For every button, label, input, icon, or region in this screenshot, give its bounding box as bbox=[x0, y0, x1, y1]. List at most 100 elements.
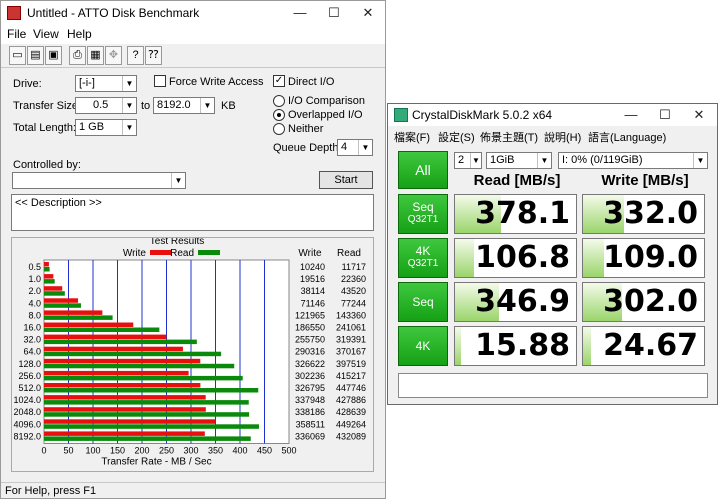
x-tick-label: 250 bbox=[159, 446, 174, 456]
maximize-button[interactable]: ☐ bbox=[317, 1, 351, 25]
read-bar bbox=[44, 375, 243, 381]
write-meter-bar bbox=[583, 239, 604, 277]
drive-select[interactable]: [-i-] ▼ bbox=[75, 75, 137, 92]
write-bar bbox=[44, 274, 54, 279]
cdm-menu-settings[interactable]: 設定(S) bbox=[438, 129, 475, 145]
read-value: 415217 bbox=[336, 371, 366, 381]
write-value: 121965 bbox=[295, 310, 325, 320]
category-label: 2048.0 bbox=[13, 407, 41, 417]
cdm-menu-theme[interactable]: 佈景主題(T) bbox=[480, 129, 538, 145]
size-select[interactable]: 1GiB ▼ bbox=[486, 152, 552, 169]
write-result: 302.0 bbox=[582, 282, 705, 322]
save-icon[interactable]: ▣ bbox=[45, 46, 62, 65]
write-value: 186550 bbox=[295, 323, 325, 333]
print-icon[interactable]: ⎙ bbox=[69, 46, 86, 65]
atto-window: Untitled - ATTO Disk Benchmark — ☐ ✕ Fil… bbox=[0, 0, 386, 499]
transfer-to-select[interactable]: 8192.0 ▼ bbox=[153, 97, 215, 114]
menu-help[interactable]: Help bbox=[67, 27, 92, 41]
direct-io-checkbox[interactable]: ✓ bbox=[273, 75, 285, 87]
read-value: 378.1 bbox=[475, 196, 570, 231]
cdm-menu-file[interactable]: 檔案(F) bbox=[394, 129, 430, 145]
transfer-from-select[interactable]: 0.5 ▼ bbox=[75, 97, 137, 114]
minimize-button[interactable]: — bbox=[283, 1, 317, 25]
atto-toolbar: ▭ ▤ ▣ ⎙ ▦ ✥ ? ⁇ bbox=[1, 44, 385, 68]
read-bar bbox=[44, 339, 197, 345]
overlapped-io-radio[interactable] bbox=[273, 109, 285, 121]
chart-title: Test Results bbox=[150, 238, 204, 247]
category-label: 32.0 bbox=[23, 335, 41, 345]
count-value: 2 bbox=[458, 154, 465, 166]
read-meter-bar bbox=[455, 327, 462, 365]
write-bar bbox=[44, 262, 49, 267]
cdm-menu-help[interactable]: 說明(H) bbox=[544, 129, 581, 145]
category-label: 4.0 bbox=[28, 298, 41, 308]
legend-write-swatch bbox=[150, 250, 172, 255]
write-bar bbox=[44, 298, 79, 303]
category-label: 256.0 bbox=[18, 371, 41, 381]
io-comparison-radio[interactable] bbox=[273, 95, 285, 107]
test-button[interactable]: Seq Q32T1 bbox=[398, 194, 448, 234]
read-bar bbox=[44, 424, 259, 429]
start-button[interactable]: Start bbox=[319, 171, 373, 189]
write-value: 326795 bbox=[295, 383, 325, 393]
read-value: 106.8 bbox=[475, 240, 570, 275]
drive-select-cdm[interactable]: I: 0% (0/119GiB) ▼ bbox=[558, 152, 708, 169]
category-label: 512.0 bbox=[18, 383, 41, 393]
test-button[interactable]: Seq bbox=[398, 282, 448, 322]
cdm-app-icon bbox=[394, 108, 408, 122]
read-value: 427886 bbox=[336, 395, 366, 405]
close-button[interactable]: ✕ bbox=[351, 1, 385, 25]
menu-view[interactable]: View bbox=[33, 27, 59, 41]
size-value: 1GiB bbox=[490, 154, 515, 166]
x-tick-label: 100 bbox=[85, 446, 100, 456]
overlapped-io-label: Overlapped I/O bbox=[288, 109, 363, 121]
print-preview-icon[interactable]: ▦ bbox=[87, 46, 104, 65]
chevron-down-icon: ▼ bbox=[470, 153, 481, 168]
queue-depth-select[interactable]: 4 ▼ bbox=[337, 139, 373, 156]
write-value: 336069 bbox=[295, 431, 325, 441]
x-tick-label: 350 bbox=[208, 446, 223, 456]
all-button[interactable]: All bbox=[398, 151, 448, 189]
total-length-select[interactable]: 1 GB ▼ bbox=[75, 119, 137, 136]
cdm-minimize-button[interactable]: — bbox=[614, 104, 648, 126]
chevron-down-icon: ▼ bbox=[122, 120, 136, 135]
cdm-maximize-button[interactable]: ☐ bbox=[648, 104, 682, 126]
category-label: 1024.0 bbox=[13, 395, 41, 405]
category-label: 8.0 bbox=[28, 310, 41, 320]
read-value: 77244 bbox=[341, 298, 366, 308]
x-axis-label: Transfer Rate - MB / Sec bbox=[101, 457, 211, 468]
move-icon[interactable]: ✥ bbox=[105, 46, 122, 65]
status-bar: For Help, press F1 bbox=[1, 482, 385, 499]
comment-field[interactable] bbox=[398, 373, 708, 398]
category-label: 64.0 bbox=[23, 347, 41, 357]
category-label: 8192.0 bbox=[13, 431, 41, 441]
read-bar bbox=[44, 315, 113, 320]
open-icon[interactable]: ▤ bbox=[27, 46, 44, 65]
write-value: 358511 bbox=[296, 419, 325, 429]
cdm-close-button[interactable]: ✕ bbox=[682, 104, 716, 126]
read-result: 15.88 bbox=[454, 326, 577, 366]
write-result: 332.0 bbox=[582, 194, 705, 234]
x-tick-label: 200 bbox=[134, 446, 149, 456]
controlled-by-select[interactable]: ▼ bbox=[12, 172, 186, 189]
count-select[interactable]: 2 ▼ bbox=[454, 152, 482, 169]
queue-depth-label: Queue Depth: bbox=[273, 142, 342, 154]
help-icon[interactable]: ⁇ bbox=[145, 46, 162, 65]
test-button[interactable]: 4K Q32T1 bbox=[398, 238, 448, 278]
read-bar bbox=[44, 267, 50, 272]
menu-file[interactable]: File bbox=[7, 27, 26, 41]
read-value: 428639 bbox=[336, 407, 366, 417]
new-icon[interactable]: ▭ bbox=[9, 46, 26, 65]
description-box[interactable]: << Description >> bbox=[11, 194, 374, 231]
cdm-menu-language[interactable]: 語言(Language) bbox=[588, 129, 666, 145]
test-button[interactable]: 4K bbox=[398, 326, 448, 366]
write-bar bbox=[44, 310, 103, 315]
about-icon[interactable]: ? bbox=[127, 46, 144, 65]
write-header: Write [MB/s] bbox=[601, 172, 689, 189]
force-write-checkbox[interactable] bbox=[154, 75, 166, 87]
neither-radio[interactable] bbox=[273, 123, 285, 135]
write-value: 71146 bbox=[301, 298, 325, 308]
test-sublabel: Q32T1 bbox=[407, 258, 439, 269]
write-bar bbox=[44, 334, 167, 340]
total-length-label: Total Length: bbox=[13, 122, 76, 134]
